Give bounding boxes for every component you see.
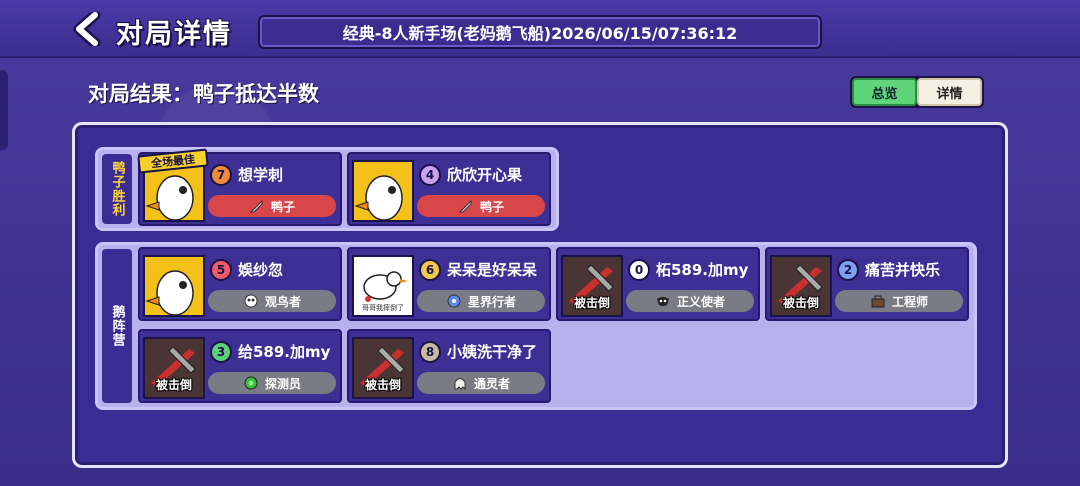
mask-icon	[656, 297, 669, 306]
player-card[interactable]: 4 欣欣开心果 鸭子	[347, 152, 551, 226]
top-bar: 对局详情 经典-8人新手场(老妈鹅飞船)2026/06/15/07:36:12	[0, 0, 1080, 58]
player-card[interactable]: 全场最佳 7 想学刺 鸭子	[137, 148, 342, 226]
player-card[interactable]: 被击倒 2 痛苦并快乐 工程师	[765, 247, 969, 321]
role-badge: 星界行者	[417, 290, 545, 312]
player-name: 柘589.加my	[656, 261, 749, 279]
knocked-down-label: 被击倒	[573, 296, 610, 310]
avatar: 被击倒	[143, 337, 205, 399]
player-card[interactable]: 被击倒 8 小姨洗干净了 通灵者	[347, 329, 551, 403]
player-card[interactable]: 5 娛纱忽 观鸟者	[138, 247, 342, 321]
player-name: 小姨洗干净了	[447, 343, 538, 361]
player-name: 娛纱忽	[238, 261, 284, 279]
knocked-down-label: 被击倒	[155, 378, 192, 392]
player-card[interactable]: 被击倒 3 给589.加my 探测员	[138, 329, 342, 403]
back-arrow-icon	[73, 12, 101, 46]
role-badge: 探测员	[208, 372, 336, 394]
player-number: 2	[837, 259, 859, 281]
role-badge: 鸭子	[208, 195, 336, 217]
player-name: 痛苦并快乐	[865, 261, 941, 279]
role-badge: 观鸟者	[208, 290, 336, 312]
player-card[interactable]: 哥哥我摔倒了 6 呆呆是好呆呆 星界行者	[347, 247, 551, 321]
knocked-down-label: 被击倒	[782, 296, 819, 310]
role-badge: 正义使者	[626, 290, 754, 312]
detector-icon	[244, 376, 258, 390]
avatar-caption: 哥哥我摔倒了	[362, 304, 404, 312]
role-name: 通灵者	[473, 376, 510, 391]
astral-icon	[447, 294, 461, 308]
player-number: 6	[419, 259, 441, 281]
ghost-icon	[454, 378, 466, 391]
avatar: 被击倒	[770, 255, 832, 317]
role-badge: 通灵者	[417, 372, 545, 394]
back-button[interactable]	[70, 10, 106, 48]
role-name: 鸭子	[479, 199, 504, 214]
role-name: 工程师	[891, 294, 928, 309]
player-number: 8	[419, 341, 441, 363]
match-panel: 鸭子胜利 全场最佳 7 想学刺 鸭子 4 欣欣开心果 鸭子 鹅阵营 5 娛纱忽 …	[72, 122, 1008, 468]
duck-win-label: 鸭子胜利	[102, 154, 132, 224]
role-name: 鸭子	[270, 199, 295, 214]
player-card[interactable]: 被击倒 0 柘589.加my 正义使者	[556, 247, 760, 321]
player-name: 呆呆是好呆呆	[447, 261, 538, 279]
goose-avatar-icon	[145, 257, 203, 315]
bird-watcher-icon	[244, 294, 258, 308]
view-toggle: 总览 详情	[850, 76, 984, 108]
player-number: 4	[419, 164, 441, 186]
avatar: 被击倒	[352, 337, 414, 399]
knife-icon	[458, 199, 472, 213]
avatar: 哥哥我摔倒了	[352, 255, 414, 317]
player-name: 给589.加my	[238, 343, 331, 361]
player-number: 0	[628, 259, 650, 281]
avatar: 被击倒	[561, 255, 623, 317]
role-badge: 鸭子	[417, 195, 545, 217]
match-info-banner: 经典-8人新手场(老妈鹅飞船)2026/06/15/07:36:12	[258, 15, 822, 49]
toolbox-icon	[871, 295, 885, 308]
knife-icon	[249, 199, 263, 213]
page-title: 对局详情	[116, 19, 232, 50]
tab-overview[interactable]: 总览	[852, 78, 917, 106]
player-number: 3	[210, 341, 232, 363]
player-number: 7	[210, 164, 232, 186]
goose-camp-label: 鹅阵营	[102, 249, 132, 403]
role-badge: 工程师	[835, 290, 963, 312]
role-name: 探测员	[264, 376, 301, 391]
goose-avatar-icon	[354, 162, 412, 220]
player-number: 5	[210, 259, 232, 281]
goose-camp-group: 鹅阵营 5 娛纱忽 观鸟者 哥哥我摔倒了 6 呆呆是好呆呆 星界行者 被击倒 0…	[95, 242, 977, 410]
role-name: 正义使者	[676, 294, 725, 309]
player-name: 欣欣开心果	[447, 166, 523, 184]
role-name: 观鸟者	[264, 294, 301, 309]
player-name: 想学刺	[238, 166, 284, 184]
avatar	[143, 255, 205, 317]
match-result: 对局结果：鸭子抵达半数	[88, 82, 319, 106]
tab-details[interactable]: 详情	[917, 78, 982, 106]
knocked-down-label: 被击倒	[364, 378, 401, 392]
side-drawer-handle[interactable]	[0, 70, 8, 150]
role-name: 星界行者	[467, 294, 516, 309]
duck-win-group: 鸭子胜利 全场最佳 7 想学刺 鸭子 4 欣欣开心果 鸭子	[95, 147, 559, 231]
avatar	[352, 160, 414, 222]
